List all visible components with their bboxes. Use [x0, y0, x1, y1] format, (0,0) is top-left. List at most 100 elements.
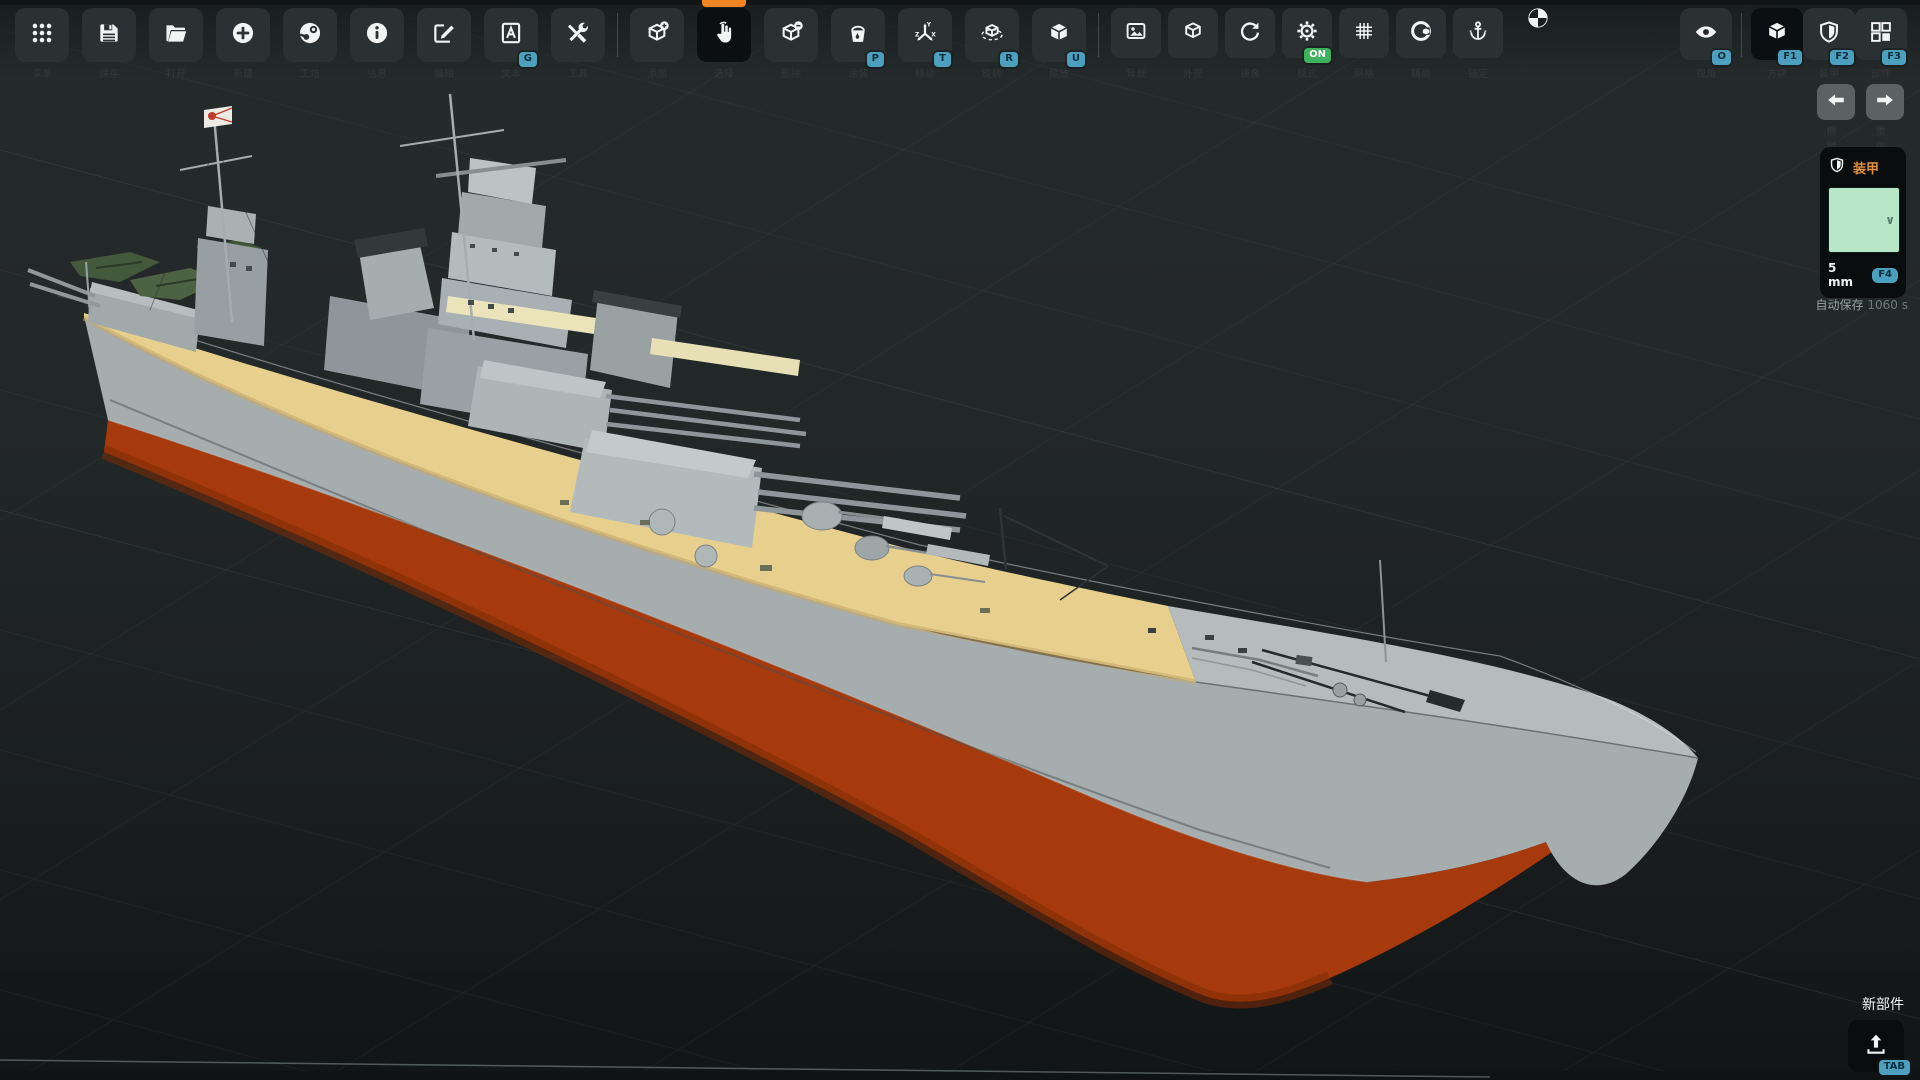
editor-window: 菜单保存打开新建工坊信息编辑文本G工具添加选择删除涂装PYZX移动T旋转R缩放U… [0, 0, 1920, 1080]
toolbar-button-gear[interactable]: 模式ON [1282, 8, 1332, 58]
save-icon [96, 20, 122, 50]
toolbar-button-ring-cube[interactable]: 辅助 [1396, 8, 1446, 58]
rotate-ccw-icon [1238, 19, 1262, 47]
toolbar-divider [617, 13, 618, 57]
toolbar-button-rotate-cube[interactable]: 旋转R [965, 8, 1019, 62]
svg-text:Z: Z [915, 31, 920, 38]
toolbar-button-cube-outline[interactable]: 外壳 [1168, 8, 1218, 58]
rotate-cube-icon [979, 20, 1005, 50]
tools-icon [565, 20, 591, 50]
new-part-button[interactable]: TAB [1848, 1020, 1904, 1072]
new-plus-icon [230, 20, 256, 50]
shortcut-badge: G [519, 52, 537, 67]
autosave-value: 1060 s [1867, 298, 1908, 312]
svg-text:X: X [931, 31, 936, 38]
toolbar-button-scale-cube[interactable]: 缩放U [1032, 8, 1086, 62]
shield-icon [1816, 19, 1842, 49]
toolbar-button-grid-menu[interactable]: 菜单 [15, 8, 69, 62]
toolbar-button-info[interactable]: 信息 [350, 8, 404, 62]
shortcut-badge: ON [1304, 48, 1331, 63]
center-of-mass-icon [1527, 7, 1549, 29]
shield-icon [1828, 156, 1846, 178]
gear-icon [1295, 19, 1319, 47]
info-icon [364, 20, 390, 50]
cube-add-icon [644, 20, 670, 50]
toolbar-button-text-box[interactable]: 文本G [484, 8, 538, 62]
ground-grid [0, 0, 1920, 1080]
image-icon [1124, 19, 1148, 47]
armor-color-swatch[interactable]: ∨ [1828, 187, 1900, 253]
paint-bucket-icon [845, 20, 871, 50]
new-part-shortcut-badge: TAB [1879, 1060, 1910, 1075]
grid-menu-icon [29, 20, 55, 50]
scale-cube-icon [1046, 20, 1072, 50]
toolbar-group-file: 菜单保存打开新建工坊信息编辑文本G工具 [15, 8, 605, 62]
armor-panel-title: 装甲 [1853, 158, 1879, 177]
undo-button[interactable]: 撤销 [1817, 84, 1855, 120]
armor-shortcut-badge: F4 [1872, 268, 1898, 283]
toolbar-button-blocks[interactable]: 部件F3 [1855, 8, 1907, 60]
viewport-3d[interactable] [0, 0, 1920, 1080]
toolbar-button-new-plus[interactable]: 新建 [216, 8, 270, 62]
toolbar-button-folder-open[interactable]: 打开 [149, 8, 203, 62]
toolbar-button-edit[interactable]: 编辑 [417, 8, 471, 62]
steam-icon [297, 20, 323, 50]
shortcut-badge: T [934, 52, 951, 67]
shortcut-badge: F2 [1830, 50, 1854, 65]
toolbar-button-steam[interactable]: 工坊 [283, 8, 337, 62]
cube-outline-icon [1181, 19, 1205, 47]
toolbar-button-cube-solid[interactable]: 方块F1 [1751, 8, 1803, 60]
shortcut-badge: R [1000, 52, 1018, 67]
toolbar-button-tools[interactable]: 工具 [551, 8, 605, 62]
toolbar-button-grid[interactable]: 网格 [1339, 8, 1389, 58]
toolbar-button-save[interactable]: 保存 [82, 8, 136, 62]
folder-open-icon [163, 20, 189, 50]
toolbar-group-scene: 背景外壳镜像模式ON网格辅助锚定 [1111, 8, 1503, 58]
grid-icon [1352, 19, 1376, 47]
redo-button[interactable]: 重做 [1866, 84, 1904, 120]
autosave-status: 自动保存 1060 s [1816, 296, 1908, 313]
text-box-icon [498, 20, 524, 50]
toolbar-button-cube-add[interactable]: 添加 [630, 8, 684, 62]
main-toolbar: 菜单保存打开新建工坊信息编辑文本G工具添加选择删除涂装PYZX移动T旋转R缩放U… [15, 8, 1503, 62]
toolbar-button-rotate-ccw[interactable]: 镜像 [1225, 8, 1275, 58]
shortcut-badge: U [1067, 52, 1085, 67]
active-tool-indicator [702, 0, 746, 7]
hand-select-icon [711, 20, 737, 50]
toolbar-button-shield[interactable]: 装甲F2 [1803, 8, 1855, 60]
chevron-down-icon: ∨ [1885, 213, 1895, 227]
shortcut-badge: F3 [1882, 50, 1906, 65]
cube-remove-icon [778, 20, 804, 50]
ring-cube-icon [1409, 19, 1433, 47]
toolbar-button-move-axes[interactable]: YZX移动T [898, 8, 952, 62]
move-axes-icon: YZ X [912, 20, 938, 50]
toolbar-button-eye[interactable]: 视角O [1680, 8, 1732, 60]
toolbar-group-build: 添加选择删除涂装PYZX移动T旋转R缩放U [630, 8, 1086, 62]
anchor-icon [1466, 19, 1490, 47]
shortcut-badge: F1 [1778, 50, 1802, 65]
toolbar-button-cube-remove[interactable]: 删除 [764, 8, 818, 62]
toolbar-divider [1098, 13, 1099, 57]
armor-thickness-value: 5 mm [1828, 261, 1865, 289]
cube-solid-icon [1764, 19, 1790, 49]
toolbar-button-hand-select[interactable]: 选择 [697, 8, 751, 62]
view-mode-toolbar: 视角O 方块F1装甲F2部件F3 [1680, 8, 1907, 60]
shortcut-badge: O [1712, 50, 1731, 65]
history-controls: 撤销 重做 [1817, 84, 1904, 120]
svg-text:Y: Y [926, 22, 932, 29]
ship-model[interactable] [28, 94, 1698, 1002]
blocks-icon [1868, 19, 1894, 49]
window-top-trim [0, 0, 1920, 5]
toolbar-divider [1741, 13, 1742, 57]
new-part-label: 新部件 [1862, 994, 1904, 1014]
arrow-right-icon [1874, 89, 1896, 115]
armor-panel: 装甲 ∨ 5 mm F4 [1820, 147, 1906, 298]
toolbar-button-image[interactable]: 背景 [1111, 8, 1161, 58]
toolbar-button-anchor[interactable]: 锚定 [1453, 8, 1503, 58]
floor-edge [0, 1071, 1920, 1080]
edit-icon [431, 20, 457, 50]
naval-ensign-flag [204, 106, 232, 128]
eye-icon [1693, 19, 1719, 49]
upload-icon [1863, 1031, 1889, 1061]
toolbar-button-paint-bucket[interactable]: 涂装P [831, 8, 885, 62]
